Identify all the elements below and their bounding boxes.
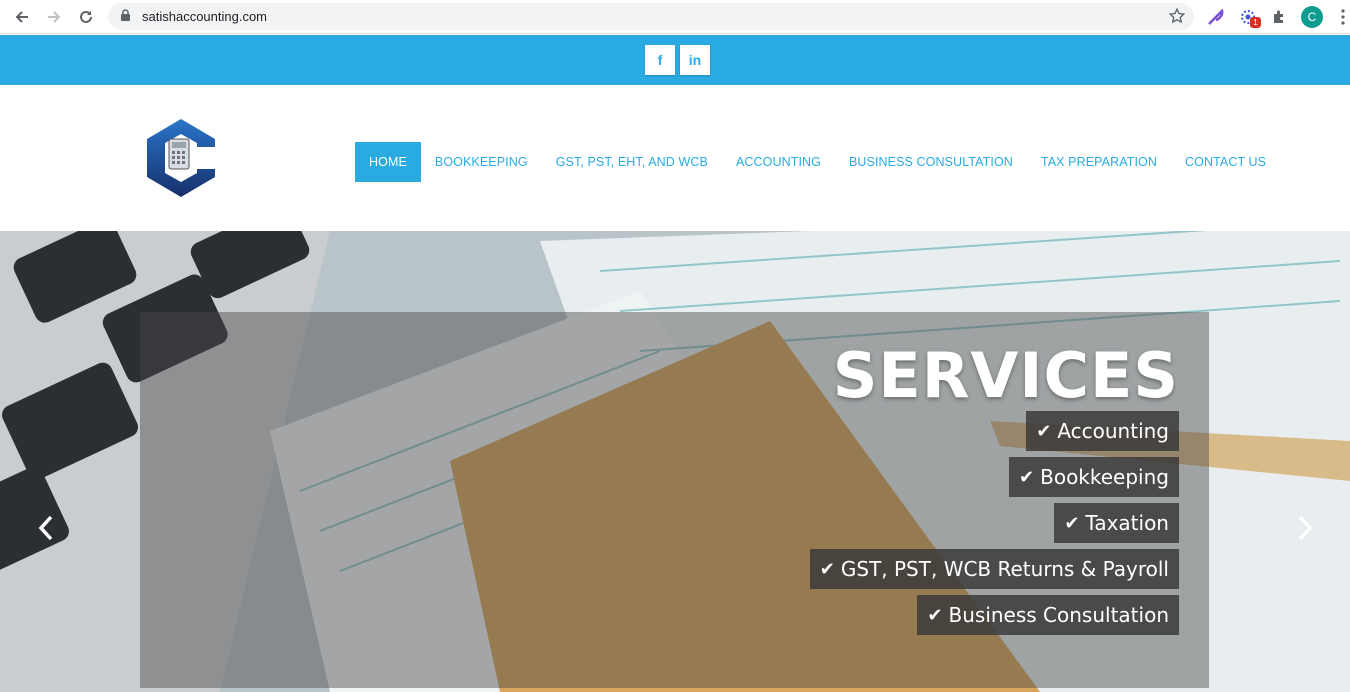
check-icon: ✔ — [1036, 420, 1052, 442]
nav-contact-us[interactable]: CONTACT US — [1171, 142, 1280, 182]
extension-badge: 1 — [1250, 17, 1261, 28]
check-icon: ✔ — [927, 604, 943, 626]
nav-bookkeeping[interactable]: BOOKKEEPING — [421, 142, 542, 182]
hero-slider: SERVICES ✔ Accounting ✔ Bookkeeping ✔ Taxat… — [0, 231, 1350, 692]
site-header: HOME BOOKKEEPING GST, PST, EHT, AND WCB … — [0, 85, 1350, 231]
main-nav: HOME BOOKKEEPING GST, PST, EHT, AND WCB … — [355, 142, 1280, 182]
chevron-right-icon[interactable] — [1293, 513, 1317, 543]
service-item: ✔ Business Consultation — [917, 595, 1179, 635]
facebook-icon[interactable]: f — [645, 45, 675, 75]
chevron-left-icon[interactable] — [34, 513, 58, 543]
menu-dots-icon[interactable] — [1332, 6, 1350, 28]
check-icon: ✔ — [1019, 466, 1035, 488]
site-logo[interactable] — [145, 117, 217, 199]
back-icon[interactable] — [10, 5, 34, 29]
nav-tax-preparation[interactable]: TAX PREPARATION — [1027, 142, 1171, 182]
service-item: ✔ Accounting — [1026, 411, 1179, 451]
url-text: satishaccounting.com — [142, 9, 268, 24]
browser-toolbar: satishaccounting.com 1 C — [0, 0, 1350, 34]
profile-avatar[interactable]: C — [1301, 6, 1323, 28]
services-heading: SERVICES — [832, 339, 1179, 412]
reload-icon[interactable] — [74, 5, 98, 29]
check-icon: ✔ — [1064, 512, 1080, 534]
service-item: ✔ Bookkeeping — [1009, 457, 1179, 497]
nav-home[interactable]: HOME — [355, 142, 421, 182]
nav-business-consultation[interactable]: BUSINESS CONSULTATION — [835, 142, 1027, 182]
service-item: ✔ GST, PST, WCB Returns & Payroll — [809, 549, 1179, 589]
nav-gst-pst-eht-wcb[interactable]: GST, PST, EHT, AND WCB — [542, 142, 722, 182]
linkedin-icon[interactable]: in — [680, 45, 710, 75]
social-bar: f in — [0, 35, 1350, 85]
feather-icon[interactable] — [1205, 6, 1227, 28]
forward-icon[interactable] — [42, 5, 66, 29]
service-item: ✔ Taxation — [1054, 503, 1179, 543]
puzzle-icon[interactable] — [1268, 6, 1290, 28]
lock-icon — [120, 9, 131, 27]
star-icon[interactable] — [1168, 7, 1186, 30]
address-bar[interactable]: satishaccounting.com — [108, 3, 1194, 30]
check-icon: ✔ — [819, 558, 835, 580]
nav-accounting[interactable]: ACCOUNTING — [722, 142, 835, 182]
